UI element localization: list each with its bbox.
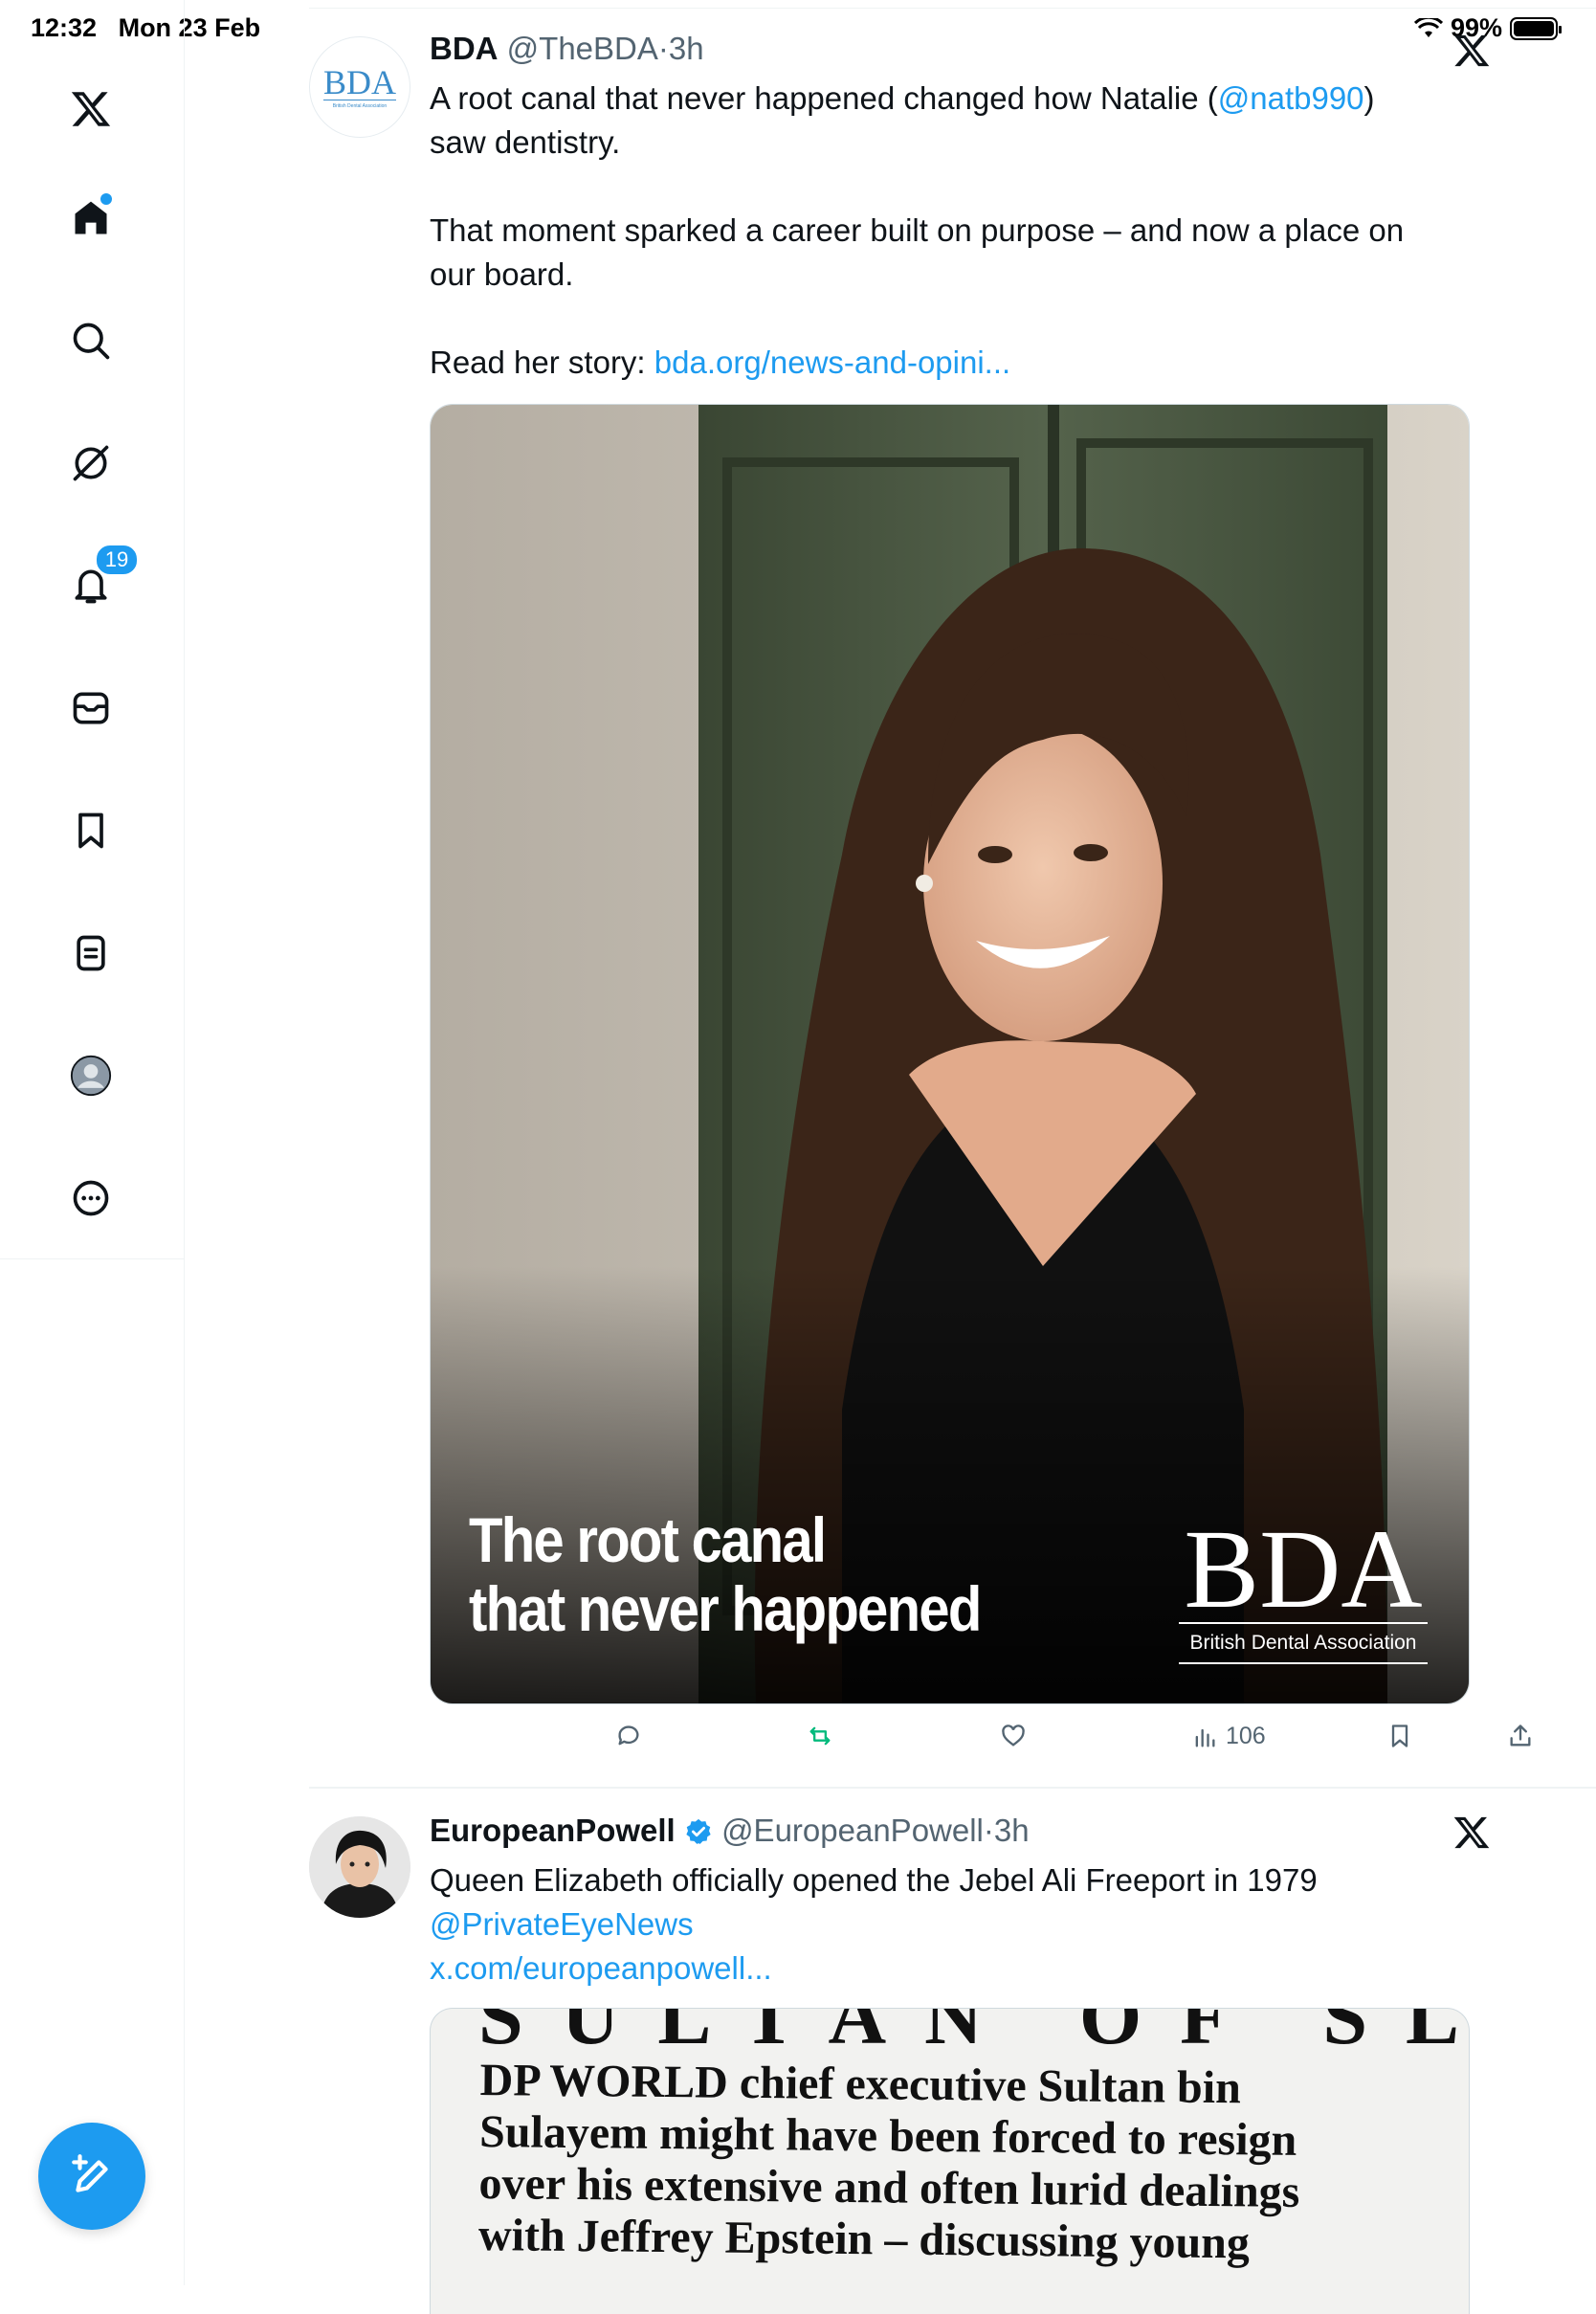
x-badge-icon bbox=[1453, 34, 1490, 67]
dot-separator: · bbox=[657, 31, 669, 66]
heart-icon bbox=[1002, 1724, 1025, 1747]
tweet-paragraph-3: Read her story: bbox=[430, 345, 654, 380]
bookmark-button[interactable] bbox=[1386, 1723, 1413, 1749]
mention-link[interactable]: @PrivateEyeNews bbox=[430, 1902, 1596, 1947]
author-name[interactable]: BDA bbox=[430, 31, 499, 66]
mention-link[interactable]: @natb990 bbox=[1218, 80, 1364, 116]
tweet-paragraph-2: That moment sparked a career built on pu… bbox=[430, 212, 1405, 292]
verified-badge-icon bbox=[686, 1818, 711, 1844]
clipping-headline: SULTAN OF SLEAZE bbox=[478, 2008, 1469, 2061]
image-headline-line-1: The root canal bbox=[469, 1504, 827, 1575]
bookmark-icon bbox=[1391, 1724, 1408, 1747]
tweet-link[interactable]: x.com/europeanpowell... bbox=[430, 1947, 1596, 1991]
home-icon[interactable] bbox=[68, 193, 114, 241]
grok-icon[interactable] bbox=[68, 440, 114, 486]
bda-avatar-subtitle: British Dental Association bbox=[332, 103, 388, 109]
x-badge-icon bbox=[1453, 1816, 1490, 1849]
messages-icon[interactable] bbox=[68, 685, 114, 731]
tweet-text-1b: ) bbox=[1363, 80, 1375, 116]
reply-button[interactable] bbox=[615, 1723, 642, 1749]
tweet-time[interactable]: 3h bbox=[669, 31, 704, 66]
views-button[interactable]: 106 bbox=[1191, 1723, 1266, 1750]
retweet-icon bbox=[809, 1726, 831, 1746]
image-headline: The root canal that never happened bbox=[469, 1504, 982, 1644]
dot-separator: · bbox=[983, 1813, 994, 1848]
tweet-divider bbox=[309, 1787, 1596, 1789]
image-headline-line-2: that never happened bbox=[469, 1573, 982, 1644]
clipping-line-4: with Jeffrey Epstein – discussing young bbox=[477, 2209, 1251, 2269]
search-icon[interactable] bbox=[68, 318, 114, 364]
bda-avatar[interactable]: BDA British Dental Association bbox=[309, 36, 410, 138]
compose-icon bbox=[72, 2154, 108, 2192]
notifications-badge: 19 bbox=[95, 544, 139, 576]
author-name[interactable]: EuropeanPowell bbox=[430, 1813, 676, 1848]
like-button[interactable] bbox=[1000, 1723, 1027, 1749]
avatar-photo bbox=[309, 1816, 410, 1918]
bookmark-icon[interactable] bbox=[68, 808, 114, 854]
home-unread-dot bbox=[100, 193, 112, 205]
feed-top-border bbox=[309, 8, 1596, 9]
tweet-text-1a: A root canal that never happened changed… bbox=[430, 80, 1218, 116]
tweet-time[interactable]: 3h bbox=[994, 1813, 1030, 1848]
views-count: 106 bbox=[1226, 1723, 1266, 1749]
compose-button[interactable] bbox=[38, 2123, 145, 2230]
tweet-text: A root canal that never happened changed… bbox=[430, 77, 1596, 385]
tweet-header: BDA @TheBDA·3h bbox=[430, 31, 704, 67]
tweet-image[interactable]: SULTAN OF SLEAZE DP WORLD chief executiv… bbox=[430, 2008, 1470, 2314]
author-handle[interactable]: @TheBDA bbox=[507, 31, 658, 66]
author-handle[interactable]: @EuropeanPowell bbox=[721, 1813, 984, 1848]
bda-avatar-logo: BDA bbox=[322, 63, 396, 101]
article-link[interactable]: bda.org/news-and-opini... bbox=[654, 345, 1010, 380]
bda-logo-text: BDA bbox=[1179, 1513, 1428, 1626]
tweet-body: Queen Elizabeth officially opened the Je… bbox=[430, 1862, 1318, 1898]
tweet-actions: 106 bbox=[615, 1723, 1553, 1761]
bda-logo: BDA British Dental Association bbox=[1179, 1513, 1428, 1664]
more-icon[interactable] bbox=[68, 1175, 114, 1221]
sidebar-divider bbox=[0, 1258, 184, 1259]
notifications-icon[interactable]: 19 bbox=[68, 544, 139, 609]
tweet-image[interactable]: The root canal that never happened BDA B… bbox=[430, 404, 1470, 1704]
newspaper-clipping: SULTAN OF SLEAZE DP WORLD chief executiv… bbox=[431, 2008, 1469, 2314]
lists-icon[interactable] bbox=[68, 930, 114, 976]
clipping-body: DP WORLD chief executive Sultan bin Sula… bbox=[478, 2055, 1301, 2270]
profile-avatar-icon[interactable] bbox=[68, 1053, 114, 1099]
europeanpowell-avatar[interactable] bbox=[309, 1816, 410, 1918]
share-icon bbox=[1510, 1724, 1531, 1747]
tweet-paragraph-1: A root canal that never happened changed… bbox=[430, 77, 1596, 121]
clipping-line-2: Sulayem might have been forced to resign bbox=[478, 2105, 1297, 2166]
tweet-text: Queen Elizabeth officially opened the Je… bbox=[430, 1858, 1596, 1991]
tweet-header: EuropeanPowell @EuropeanPowell·3h bbox=[430, 1813, 1030, 1849]
reply-icon bbox=[618, 1725, 639, 1746]
x-logo-icon[interactable] bbox=[68, 86, 114, 132]
timeline: BDA British Dental Association BDA @TheB… bbox=[185, 0, 1596, 2314]
sidebar: 19 bbox=[0, 0, 185, 2285]
share-button[interactable] bbox=[1507, 1723, 1534, 1749]
views-icon bbox=[1195, 1728, 1215, 1747]
clipping-line-1: DP WORLD chief executive Sultan bin bbox=[479, 2055, 1242, 2114]
retweet-button[interactable] bbox=[807, 1723, 833, 1749]
clipping-line-3: over his extensive and often lurid deali… bbox=[478, 2157, 1300, 2217]
tweet-text-1c: saw dentistry. bbox=[430, 124, 621, 160]
